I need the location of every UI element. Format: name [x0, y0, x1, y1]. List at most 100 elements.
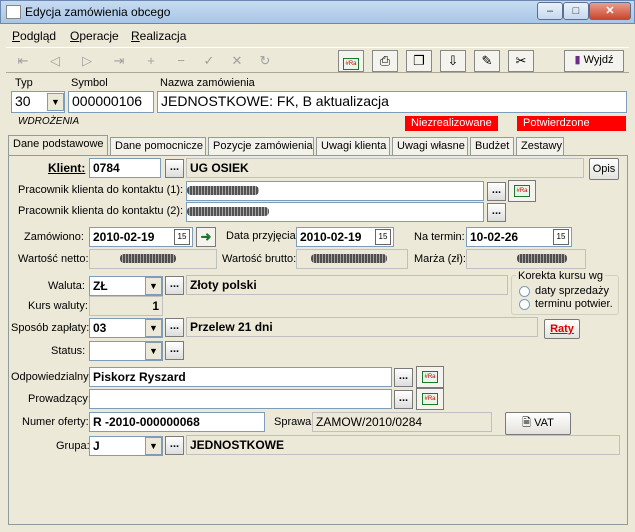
kontakt1-label: Pracownik klienta do kontaktu (1):	[18, 184, 184, 196]
prowadzacy-register-button[interactable]: #Ra	[416, 388, 444, 410]
grupa-dropdown-icon[interactable]: ▼	[145, 437, 162, 455]
termin-label: Na termin:	[414, 231, 465, 243]
menu-realizacja[interactable]: Realizacja	[131, 29, 186, 43]
status-label: Status:	[51, 345, 86, 357]
print-icon[interactable]: ⎙	[372, 50, 398, 72]
korekta-opt2-label: terminu potwier.	[535, 298, 613, 310]
symbol-label: Symbol	[71, 77, 108, 89]
symbol-field[interactable]: 000000106	[68, 91, 154, 113]
prowadzacy-field[interactable]	[89, 389, 392, 409]
accept-icon[interactable]: ✓	[196, 50, 222, 72]
register-icon[interactable]: #Ra	[338, 50, 364, 72]
tab-dane-podstawowe[interactable]: Dane podstawowe	[8, 135, 108, 156]
tab-budzet[interactable]: Budżet	[470, 137, 514, 155]
menu-podglad[interactable]: Podgląd	[12, 29, 56, 43]
register-icon: #Ra	[422, 371, 438, 383]
klient-label: Klient:	[48, 161, 86, 175]
status-lookup-button[interactable]: ...	[165, 341, 184, 360]
typ-label: Typ	[15, 77, 33, 89]
netto-label: Wartość netto:	[18, 253, 89, 265]
platnosc-dropdown-icon[interactable]: ▼	[145, 319, 162, 337]
brutto-label: Wartość brutto:	[222, 253, 297, 265]
import-icon[interactable]: ⇩	[440, 50, 466, 72]
window-title: Edycja zamówienia obcego	[25, 5, 171, 19]
waluta-dropdown-icon[interactable]: ▼	[145, 277, 162, 295]
kontakt2-lookup-button[interactable]: ...	[487, 203, 506, 222]
minimize-button[interactable]: –	[537, 2, 563, 20]
platnosc-name-field: Przelew 21 dni	[186, 317, 538, 337]
prowadzacy-lookup-button[interactable]: ...	[394, 390, 413, 409]
korekta-opt1-label: daty sprzedaży	[535, 285, 609, 297]
kontakt2-label: Pracownik klienta do kontaktu (2):	[18, 205, 184, 217]
odpowiedzialny-register-button[interactable]: #Ra	[416, 366, 444, 388]
typ-dropdown-icon[interactable]: ▼	[47, 93, 64, 111]
tab-pozycje[interactable]: Pozycje zamówienia	[208, 137, 314, 155]
first-record-icon[interactable]: ⇤	[10, 50, 36, 72]
grupa-lookup-button[interactable]: ...	[165, 436, 184, 455]
odpowiedzialny-lookup-button[interactable]: ...	[394, 368, 413, 387]
grupa-name-field: JEDNOSTKOWE	[186, 435, 620, 455]
menu-operacje[interactable]: Operacje	[70, 29, 119, 43]
status-badge-confirmed: Potwierdzone	[517, 116, 626, 131]
przyjecia-label: Data przyjęcia:	[226, 230, 299, 242]
edit-icon[interactable]: ✎	[474, 50, 500, 72]
klient-name-field: UG OSIEK	[186, 158, 584, 178]
add-record-icon[interactable]: +	[138, 50, 164, 72]
toolbar: ⇤ ◁ ▷ ⇥ + − ✓ ✕ ↻ #Ra ⎙ ❐ ⇩ ✎ ✂ ▮ Wyjdź	[6, 47, 629, 73]
name-label: Nazwa zamówienia	[160, 77, 255, 89]
redacted-value	[517, 254, 567, 263]
delete-record-icon[interactable]: −	[168, 50, 194, 72]
odpowiedzialny-field[interactable]: Piskorz Ryszard	[89, 367, 392, 387]
sprawa-label: Sprawa:	[274, 416, 315, 428]
klient-lookup-button[interactable]: ...	[165, 159, 184, 178]
zamowiono-calendar-icon[interactable]: 15	[174, 229, 190, 245]
klient-code-field[interactable]: 0784	[89, 158, 161, 178]
redacted-value	[311, 254, 387, 263]
redacted-text	[187, 186, 259, 195]
przyjecia-calendar-icon[interactable]: 15	[375, 229, 391, 245]
platnosc-label: Sposób zapłaty:	[11, 322, 90, 334]
grupa-label: Grupa:	[56, 440, 90, 452]
kontakt1-lookup-button[interactable]: ...	[487, 182, 506, 201]
last-record-icon[interactable]: ⇥	[106, 50, 132, 72]
opis-button[interactable]: Opis	[589, 158, 619, 180]
tab-uwagi-wlasne[interactable]: Uwagi własne	[392, 137, 468, 155]
cut-icon[interactable]: ✂	[508, 50, 534, 72]
kontakt2-field[interactable]	[186, 202, 484, 222]
menu-bar: Podgląd Operacje Realizacja	[0, 26, 635, 44]
close-button[interactable]: ✕	[589, 2, 631, 20]
korekta-radio-termin[interactable]	[519, 299, 530, 310]
status-badge-unrealized: Niezrealizowane	[405, 116, 498, 131]
kontakt1-register-button[interactable]: #Ra	[508, 180, 536, 202]
register-icon: #Ra	[514, 185, 530, 197]
waluta-lookup-button[interactable]: ...	[165, 276, 184, 295]
waluta-name-field: Złoty polski	[186, 275, 508, 295]
order-name-field[interactable]: JEDNOSTKOWE: FK, B aktualizacja	[157, 91, 627, 113]
platnosc-lookup-button[interactable]: ...	[165, 318, 184, 337]
waluta-label: Waluta:	[48, 280, 85, 292]
kurs-field[interactable]: 1	[89, 296, 163, 316]
raty-button[interactable]: Raty	[544, 319, 580, 339]
kontakt1-field[interactable]	[186, 181, 484, 201]
netto-field	[89, 249, 217, 269]
maximize-button[interactable]: □	[563, 2, 589, 20]
copy-date-arrow-button[interactable]: ➜	[196, 227, 216, 247]
exit-button[interactable]: ▮ Wyjdź	[564, 50, 624, 72]
refresh-icon[interactable]: ↻	[252, 50, 278, 72]
cancel-icon[interactable]: ✕	[224, 50, 250, 72]
sprawa-field: ZAMOW/2010/0284	[312, 412, 492, 432]
vat-button[interactable]: 🗎 VAT	[505, 412, 571, 435]
copy-icon[interactable]: ❐	[406, 50, 432, 72]
korekta-title: Korekta kursu wg	[516, 270, 605, 282]
termin-calendar-icon[interactable]: 15	[553, 229, 569, 245]
tab-dane-pomocnicze[interactable]: Dane pomocnicze	[110, 137, 206, 155]
next-record-icon[interactable]: ▷	[74, 50, 100, 72]
korekta-radio-daty[interactable]	[519, 286, 530, 297]
prev-record-icon[interactable]: ◁	[42, 50, 68, 72]
status-dropdown-icon[interactable]: ▼	[145, 342, 162, 360]
brutto-field	[296, 249, 408, 269]
oferta-field[interactable]: R -2010-000000068	[89, 412, 265, 432]
oferta-label: Numer oferty:	[22, 416, 89, 428]
tab-uwagi-klienta[interactable]: Uwagi klienta	[316, 137, 390, 155]
tab-zestawy[interactable]: Zestawy	[516, 137, 564, 155]
